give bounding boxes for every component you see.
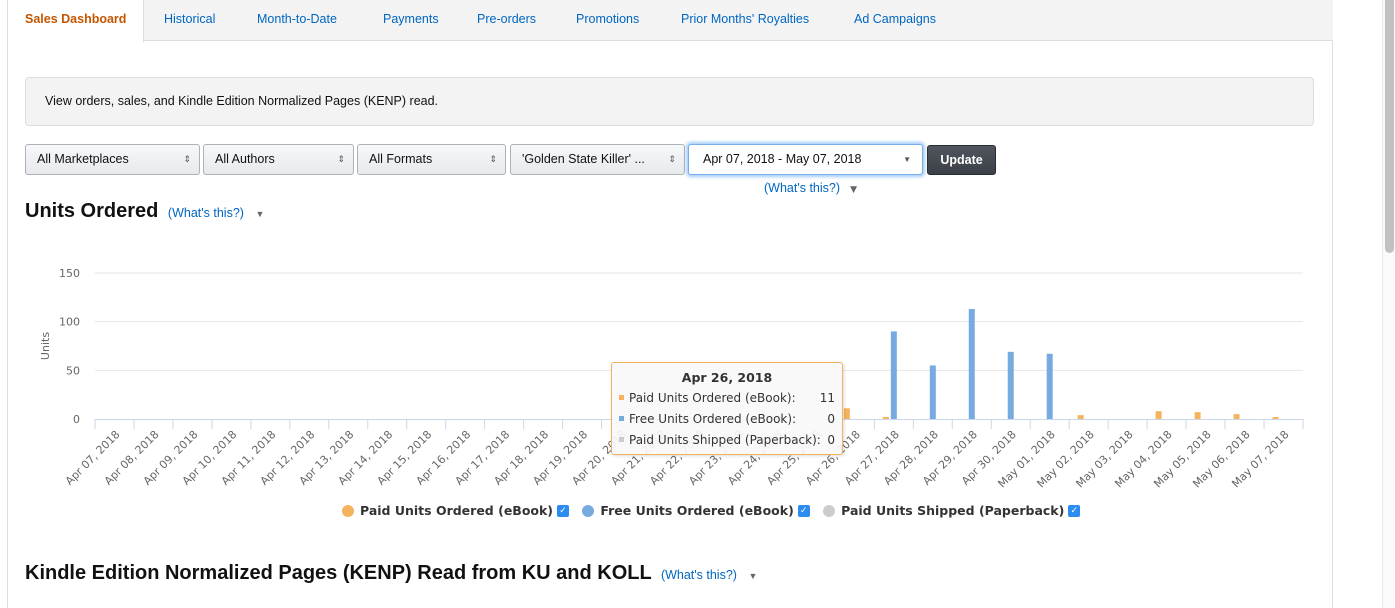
tooltip-label: Paid Units Shipped (Paperback): [629, 433, 821, 447]
legend-checkbox-free[interactable]: ✓ [797, 504, 810, 517]
bar-paid[interactable] [1155, 411, 1162, 419]
tooltip-value: 11 [819, 391, 835, 405]
bar-paid[interactable] [882, 417, 889, 419]
paperback-swatch-icon [619, 437, 624, 442]
bar-free[interactable] [1046, 353, 1053, 419]
bar-free[interactable] [1007, 351, 1014, 419]
legend-label: Paid Units Ordered (eBook) [360, 503, 554, 518]
legend-checkbox-paid[interactable]: ✓ [557, 504, 570, 517]
free-swatch-icon [619, 416, 624, 421]
legend-checkbox-paperback[interactable]: ✓ [1068, 504, 1081, 517]
free-dot-icon [582, 504, 595, 517]
y-tick-label: 0 [73, 413, 80, 426]
tooltip-row-paid: Paid Units Ordered (eBook): 11 [619, 391, 835, 409]
bar-free[interactable] [968, 309, 975, 419]
chart-bars [843, 309, 1279, 419]
chart-tooltip: Apr 26, 2018 Paid Units Ordered (eBook):… [611, 362, 843, 455]
bar-paid[interactable] [1272, 417, 1279, 419]
bar-paid[interactable] [1194, 412, 1201, 419]
legend-item-free[interactable]: Free Units Ordered (eBook) ✓ [582, 503, 810, 518]
y-axis-label: Units [39, 332, 52, 360]
chart-legend: Paid Units Ordered (eBook) ✓ Free Units O… [342, 503, 1089, 518]
paid-swatch-icon [619, 395, 624, 400]
y-tick-label: 150 [59, 267, 80, 280]
tooltip-label: Paid Units Ordered (eBook): [629, 391, 796, 405]
paperback-dot-icon [823, 504, 836, 517]
bar-paid[interactable] [1077, 415, 1084, 419]
chart-grid [95, 272, 1303, 371]
tooltip-value: 0 [827, 412, 835, 426]
y-tick-label: 100 [59, 316, 80, 329]
bar-paid[interactable] [843, 408, 850, 419]
paid-dot-icon [342, 504, 354, 517]
legend-label: Free Units Ordered (eBook) [600, 503, 794, 518]
legend-label: Paid Units Shipped (Paperback) [841, 503, 1065, 518]
y-tick-label: 50 [66, 364, 80, 377]
tooltip-date: Apr 26, 2018 [681, 370, 773, 385]
legend-item-paperback[interactable]: Paid Units Shipped (Paperback) ✓ [823, 503, 1081, 518]
scrollbar-thumb[interactable] [1385, 0, 1394, 253]
bar-free[interactable] [890, 331, 897, 419]
legend-item-paid[interactable]: Paid Units Ordered (eBook) ✓ [342, 503, 570, 518]
tooltip-row-paperback: Paid Units Shipped (Paperback): 0 [619, 433, 835, 451]
tooltip-value: 0 [827, 433, 835, 447]
tooltip-row-free: Free Units Ordered (eBook): 0 [619, 412, 835, 430]
tooltip-label: Free Units Ordered (eBook): [629, 412, 797, 426]
bar-paid[interactable] [1233, 414, 1240, 419]
bar-free[interactable] [929, 365, 936, 419]
